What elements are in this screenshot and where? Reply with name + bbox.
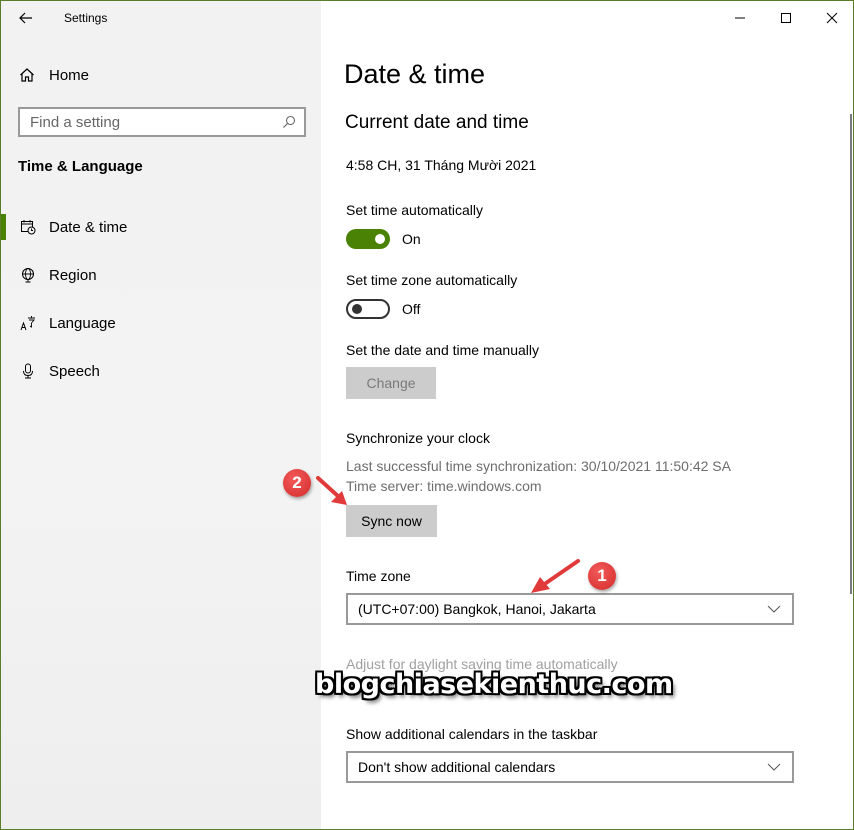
back-button[interactable] bbox=[15, 7, 37, 29]
sync-label: Synchronize your clock bbox=[346, 430, 490, 446]
sidebar-item-date-time[interactable]: Date & time bbox=[1, 203, 321, 251]
microphone-icon bbox=[19, 362, 37, 380]
search-input[interactable] bbox=[20, 113, 278, 131]
chevron-down-icon bbox=[766, 759, 782, 775]
window-controls bbox=[717, 1, 853, 35]
set-timezone-auto-label: Set time zone automatically bbox=[346, 272, 518, 288]
search-icon[interactable] bbox=[278, 111, 300, 133]
home-icon bbox=[19, 67, 35, 83]
window-title: Settings bbox=[64, 11, 108, 25]
section-subtitle: Current date and time bbox=[345, 112, 529, 133]
sidebar-item-speech[interactable]: Speech bbox=[1, 347, 321, 395]
minimize-button[interactable] bbox=[717, 1, 763, 35]
search-box bbox=[18, 107, 306, 137]
calendars-value: Don't show additional calendars bbox=[358, 759, 556, 775]
calendars-label: Show additional calendars in the taskbar bbox=[346, 726, 598, 742]
set-time-auto-toggle[interactable] bbox=[346, 229, 390, 249]
maximize-button[interactable] bbox=[763, 1, 809, 35]
set-time-auto-state: On bbox=[402, 231, 421, 247]
language-icon bbox=[19, 314, 37, 332]
set-time-auto-label: Set time automatically bbox=[346, 202, 483, 218]
change-button[interactable]: Change bbox=[346, 367, 436, 399]
current-date-time: 4:58 CH, 31 Tháng Mười 2021 bbox=[346, 157, 537, 173]
toggle-knob bbox=[375, 234, 385, 244]
annotation-arrow-2 bbox=[316, 476, 347, 505]
sidebar: Settings Home Time & Language Date & tim… bbox=[1, 1, 321, 829]
calendars-select[interactable]: Don't show additional calendars bbox=[346, 751, 794, 783]
toggle-knob bbox=[352, 304, 362, 314]
annotation-badge-2: 2 bbox=[283, 469, 311, 497]
annotation-arrow-1 bbox=[531, 559, 580, 593]
sidebar-item-label: Speech bbox=[49, 362, 100, 380]
timezone-select[interactable]: (UTC+07:00) Bangkok, Hanoi, Jakarta bbox=[346, 593, 794, 625]
close-icon bbox=[826, 12, 838, 24]
sidebar-item-label: Region bbox=[49, 266, 97, 284]
page-title: Date & time bbox=[344, 59, 486, 89]
home-label: Home bbox=[49, 66, 90, 84]
back-arrow-icon bbox=[19, 12, 32, 24]
sync-now-button[interactable]: Sync now bbox=[346, 505, 437, 537]
watermark: blogchiasekienthuc.com bbox=[315, 669, 673, 700]
sidebar-nav: Date & time Region Language Speech bbox=[1, 203, 321, 395]
last-sync-text: Last successful time synchronization: 30… bbox=[346, 458, 731, 474]
maximize-icon bbox=[781, 13, 791, 23]
set-timezone-auto-toggle[interactable] bbox=[346, 299, 390, 319]
set-timezone-auto-state: Off bbox=[402, 301, 421, 317]
sidebar-home[interactable]: Home bbox=[19, 63, 89, 87]
minimize-icon bbox=[735, 17, 745, 19]
main-content: Date & time Current date and time 4:58 C… bbox=[321, 1, 853, 829]
annotation-badge-1: 1 bbox=[588, 562, 616, 590]
manual-label: Set the date and time manually bbox=[346, 342, 540, 358]
chevron-down-icon bbox=[766, 601, 782, 617]
time-server-text: Time server: time.windows.com bbox=[346, 478, 542, 494]
sidebar-item-region[interactable]: Region bbox=[1, 251, 321, 299]
settings-window: Settings Home Time & Language Date & tim… bbox=[0, 0, 854, 830]
calendar-clock-icon bbox=[19, 218, 37, 236]
close-button[interactable] bbox=[809, 1, 853, 35]
timezone-value: (UTC+07:00) Bangkok, Hanoi, Jakarta bbox=[358, 601, 596, 617]
section-title: Time & Language bbox=[18, 158, 143, 175]
scrollbar[interactable] bbox=[850, 114, 852, 594]
sidebar-item-language[interactable]: Language bbox=[1, 299, 321, 347]
globe-icon bbox=[19, 266, 37, 284]
sidebar-item-label: Date & time bbox=[49, 218, 128, 236]
sidebar-item-label: Language bbox=[49, 314, 116, 332]
timezone-label: Time zone bbox=[346, 568, 411, 584]
